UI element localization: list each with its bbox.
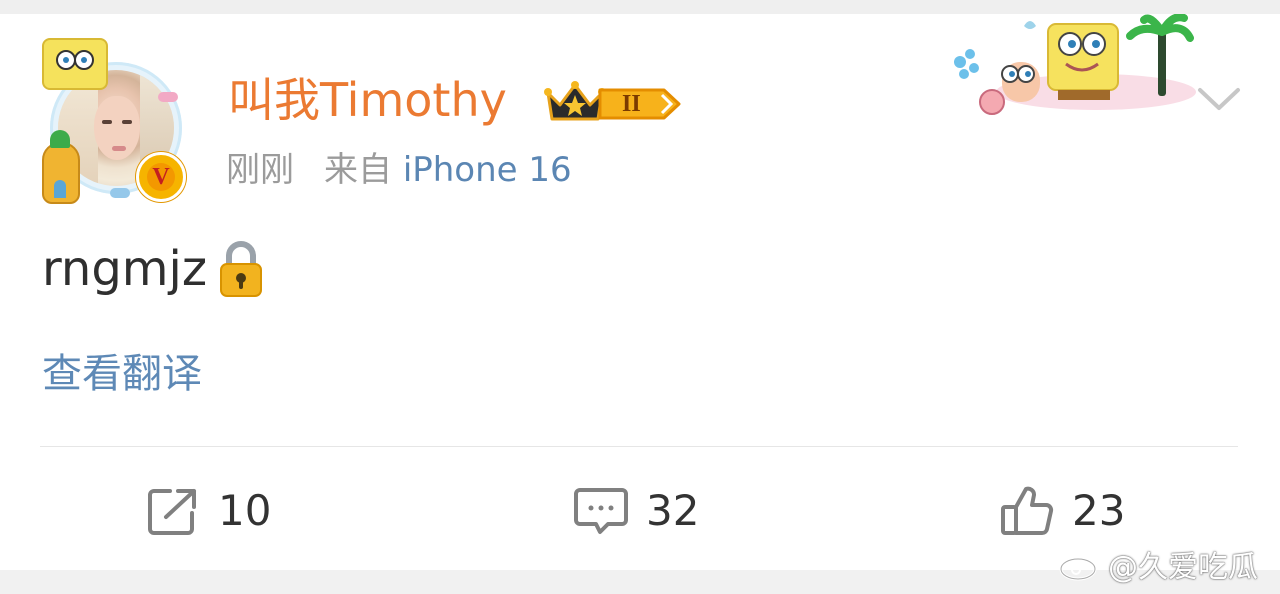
comment-count: 32 bbox=[646, 486, 700, 535]
watermark-text: @久爱吃瓜 bbox=[1108, 550, 1258, 585]
fish-icon bbox=[158, 92, 178, 102]
repost-icon bbox=[148, 489, 196, 535]
like-icon bbox=[1001, 486, 1054, 535]
spongebob-card-decoration-icon bbox=[954, 14, 1196, 115]
chevron-down-icon[interactable] bbox=[1196, 82, 1242, 116]
comment-button[interactable]: 32 bbox=[574, 482, 699, 540]
author-name[interactable]: 叫我Timothy bbox=[228, 72, 507, 128]
weibo-logo-icon bbox=[1059, 551, 1100, 581]
source-device[interactable]: iPhone 16 bbox=[403, 150, 572, 190]
post-meta: 刚刚 来自 iPhone 16 bbox=[226, 148, 572, 192]
fish-icon bbox=[110, 188, 130, 198]
lock-icon bbox=[220, 241, 263, 297]
comment-icon bbox=[574, 488, 628, 534]
repost-count: 10 bbox=[218, 486, 272, 535]
like-button[interactable]: 23 bbox=[1000, 482, 1125, 540]
pineapple-house-icon bbox=[42, 130, 80, 204]
avatar[interactable]: V bbox=[40, 38, 190, 204]
watermark: @久爱吃瓜 bbox=[1058, 544, 1258, 585]
post-time: 刚刚 bbox=[226, 150, 294, 190]
spongebob-avatar-decoration-icon bbox=[42, 38, 108, 90]
post-text: rngmjz bbox=[42, 241, 208, 297]
top-separator bbox=[0, 0, 1280, 14]
source-prefix: 来自 bbox=[324, 150, 392, 190]
view-translation-link[interactable]: 查看翻译 bbox=[42, 348, 202, 400]
like-count: 23 bbox=[1072, 486, 1126, 535]
repost-button[interactable]: 10 bbox=[148, 482, 271, 540]
level-number: II bbox=[622, 91, 641, 117]
post-content: rngmjz bbox=[42, 238, 267, 300]
vip-v-icon: V bbox=[136, 152, 186, 202]
action-divider bbox=[40, 446, 1238, 447]
member-level-badge[interactable]: II bbox=[544, 73, 682, 125]
crown-icon bbox=[544, 81, 606, 121]
